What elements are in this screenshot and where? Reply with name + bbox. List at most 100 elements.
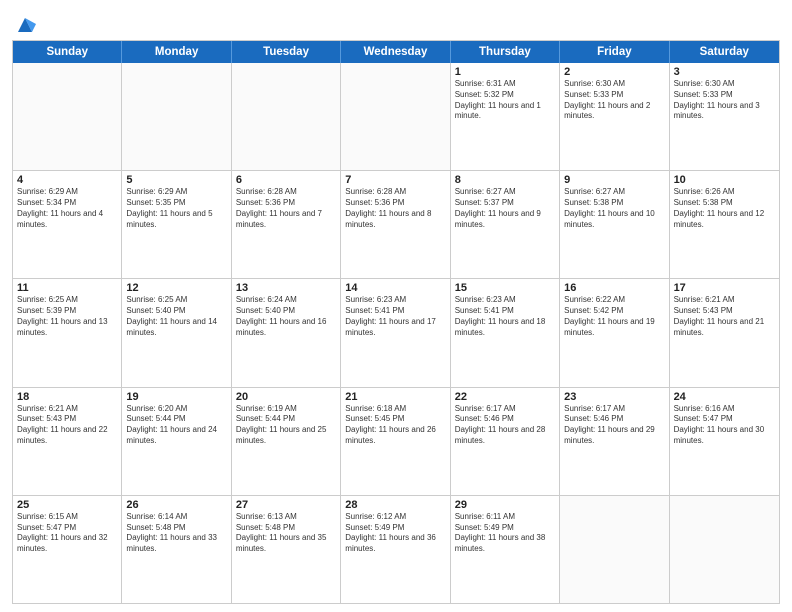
- day-info: Sunrise: 6:20 AM Sunset: 5:44 PM Dayligh…: [126, 404, 226, 447]
- day-info: Sunrise: 6:27 AM Sunset: 5:38 PM Dayligh…: [564, 187, 664, 230]
- day-info: Sunrise: 6:27 AM Sunset: 5:37 PM Dayligh…: [455, 187, 555, 230]
- calendar-day-cell: 23Sunrise: 6:17 AM Sunset: 5:46 PM Dayli…: [560, 388, 669, 495]
- day-info: Sunrise: 6:25 AM Sunset: 5:39 PM Dayligh…: [17, 295, 117, 338]
- day-number: 19: [126, 391, 226, 403]
- day-number: 8: [455, 174, 555, 186]
- day-info: Sunrise: 6:14 AM Sunset: 5:48 PM Dayligh…: [126, 512, 226, 555]
- calendar-day-cell: 29Sunrise: 6:11 AM Sunset: 5:49 PM Dayli…: [451, 496, 560, 603]
- calendar-day-cell: 26Sunrise: 6:14 AM Sunset: 5:48 PM Dayli…: [122, 496, 231, 603]
- calendar-day-cell: 18Sunrise: 6:21 AM Sunset: 5:43 PM Dayli…: [13, 388, 122, 495]
- calendar-week-row: 4Sunrise: 6:29 AM Sunset: 5:34 PM Daylig…: [13, 170, 779, 278]
- calendar-day-cell: 13Sunrise: 6:24 AM Sunset: 5:40 PM Dayli…: [232, 279, 341, 386]
- calendar-day-cell: 11Sunrise: 6:25 AM Sunset: 5:39 PM Dayli…: [13, 279, 122, 386]
- day-info: Sunrise: 6:29 AM Sunset: 5:34 PM Dayligh…: [17, 187, 117, 230]
- day-number: 2: [564, 66, 664, 78]
- day-number: 26: [126, 499, 226, 511]
- day-number: 1: [455, 66, 555, 78]
- day-info: Sunrise: 6:31 AM Sunset: 5:32 PM Dayligh…: [455, 79, 555, 122]
- logo: [12, 14, 36, 36]
- day-number: 9: [564, 174, 664, 186]
- calendar-body: 1Sunrise: 6:31 AM Sunset: 5:32 PM Daylig…: [13, 63, 779, 603]
- day-info: Sunrise: 6:24 AM Sunset: 5:40 PM Dayligh…: [236, 295, 336, 338]
- day-number: 5: [126, 174, 226, 186]
- day-number: 22: [455, 391, 555, 403]
- day-info: Sunrise: 6:15 AM Sunset: 5:47 PM Dayligh…: [17, 512, 117, 555]
- day-info: Sunrise: 6:17 AM Sunset: 5:46 PM Dayligh…: [455, 404, 555, 447]
- day-number: 23: [564, 391, 664, 403]
- day-number: 29: [455, 499, 555, 511]
- calendar-day-cell: [122, 63, 231, 170]
- day-info: Sunrise: 6:21 AM Sunset: 5:43 PM Dayligh…: [17, 404, 117, 447]
- day-number: 3: [674, 66, 775, 78]
- logo-icon: [14, 14, 36, 36]
- calendar-day-cell: 21Sunrise: 6:18 AM Sunset: 5:45 PM Dayli…: [341, 388, 450, 495]
- day-info: Sunrise: 6:28 AM Sunset: 5:36 PM Dayligh…: [236, 187, 336, 230]
- day-info: Sunrise: 6:22 AM Sunset: 5:42 PM Dayligh…: [564, 295, 664, 338]
- calendar-day-cell: 8Sunrise: 6:27 AM Sunset: 5:37 PM Daylig…: [451, 171, 560, 278]
- day-info: Sunrise: 6:16 AM Sunset: 5:47 PM Dayligh…: [674, 404, 775, 447]
- day-number: 12: [126, 282, 226, 294]
- day-info: Sunrise: 6:23 AM Sunset: 5:41 PM Dayligh…: [455, 295, 555, 338]
- day-number: 21: [345, 391, 445, 403]
- calendar-day-cell: 7Sunrise: 6:28 AM Sunset: 5:36 PM Daylig…: [341, 171, 450, 278]
- calendar-day-cell: 5Sunrise: 6:29 AM Sunset: 5:35 PM Daylig…: [122, 171, 231, 278]
- day-number: 27: [236, 499, 336, 511]
- weekday-header: Sunday: [13, 41, 122, 63]
- day-number: 16: [564, 282, 664, 294]
- calendar: SundayMondayTuesdayWednesdayThursdayFrid…: [12, 40, 780, 604]
- day-info: Sunrise: 6:21 AM Sunset: 5:43 PM Dayligh…: [674, 295, 775, 338]
- day-info: Sunrise: 6:13 AM Sunset: 5:48 PM Dayligh…: [236, 512, 336, 555]
- day-number: 17: [674, 282, 775, 294]
- day-number: 18: [17, 391, 117, 403]
- weekday-header: Friday: [560, 41, 669, 63]
- day-number: 7: [345, 174, 445, 186]
- calendar-week-row: 1Sunrise: 6:31 AM Sunset: 5:32 PM Daylig…: [13, 63, 779, 170]
- calendar-day-cell: [560, 496, 669, 603]
- calendar-day-cell: [670, 496, 779, 603]
- calendar-header: SundayMondayTuesdayWednesdayThursdayFrid…: [13, 41, 779, 63]
- day-info: Sunrise: 6:18 AM Sunset: 5:45 PM Dayligh…: [345, 404, 445, 447]
- day-info: Sunrise: 6:30 AM Sunset: 5:33 PM Dayligh…: [564, 79, 664, 122]
- header: [12, 10, 780, 36]
- calendar-day-cell: 28Sunrise: 6:12 AM Sunset: 5:49 PM Dayli…: [341, 496, 450, 603]
- calendar-day-cell: 16Sunrise: 6:22 AM Sunset: 5:42 PM Dayli…: [560, 279, 669, 386]
- calendar-day-cell: 10Sunrise: 6:26 AM Sunset: 5:38 PM Dayli…: [670, 171, 779, 278]
- day-info: Sunrise: 6:19 AM Sunset: 5:44 PM Dayligh…: [236, 404, 336, 447]
- calendar-day-cell: [232, 63, 341, 170]
- day-number: 15: [455, 282, 555, 294]
- weekday-header: Monday: [122, 41, 231, 63]
- calendar-day-cell: [13, 63, 122, 170]
- calendar-day-cell: 25Sunrise: 6:15 AM Sunset: 5:47 PM Dayli…: [13, 496, 122, 603]
- day-number: 4: [17, 174, 117, 186]
- day-info: Sunrise: 6:29 AM Sunset: 5:35 PM Dayligh…: [126, 187, 226, 230]
- day-info: Sunrise: 6:23 AM Sunset: 5:41 PM Dayligh…: [345, 295, 445, 338]
- day-info: Sunrise: 6:11 AM Sunset: 5:49 PM Dayligh…: [455, 512, 555, 555]
- calendar-day-cell: 19Sunrise: 6:20 AM Sunset: 5:44 PM Dayli…: [122, 388, 231, 495]
- calendar-day-cell: 12Sunrise: 6:25 AM Sunset: 5:40 PM Dayli…: [122, 279, 231, 386]
- calendar-day-cell: 14Sunrise: 6:23 AM Sunset: 5:41 PM Dayli…: [341, 279, 450, 386]
- day-number: 14: [345, 282, 445, 294]
- calendar-day-cell: 4Sunrise: 6:29 AM Sunset: 5:34 PM Daylig…: [13, 171, 122, 278]
- day-number: 13: [236, 282, 336, 294]
- day-number: 10: [674, 174, 775, 186]
- day-info: Sunrise: 6:26 AM Sunset: 5:38 PM Dayligh…: [674, 187, 775, 230]
- calendar-day-cell: 1Sunrise: 6:31 AM Sunset: 5:32 PM Daylig…: [451, 63, 560, 170]
- calendar-day-cell: 6Sunrise: 6:28 AM Sunset: 5:36 PM Daylig…: [232, 171, 341, 278]
- weekday-header: Saturday: [670, 41, 779, 63]
- day-info: Sunrise: 6:12 AM Sunset: 5:49 PM Dayligh…: [345, 512, 445, 555]
- day-info: Sunrise: 6:17 AM Sunset: 5:46 PM Dayligh…: [564, 404, 664, 447]
- day-info: Sunrise: 6:25 AM Sunset: 5:40 PM Dayligh…: [126, 295, 226, 338]
- day-number: 25: [17, 499, 117, 511]
- calendar-week-row: 18Sunrise: 6:21 AM Sunset: 5:43 PM Dayli…: [13, 387, 779, 495]
- page: SundayMondayTuesdayWednesdayThursdayFrid…: [0, 0, 792, 612]
- calendar-day-cell: 27Sunrise: 6:13 AM Sunset: 5:48 PM Dayli…: [232, 496, 341, 603]
- calendar-day-cell: 9Sunrise: 6:27 AM Sunset: 5:38 PM Daylig…: [560, 171, 669, 278]
- day-number: 28: [345, 499, 445, 511]
- calendar-week-row: 11Sunrise: 6:25 AM Sunset: 5:39 PM Dayli…: [13, 278, 779, 386]
- day-info: Sunrise: 6:28 AM Sunset: 5:36 PM Dayligh…: [345, 187, 445, 230]
- calendar-day-cell: 15Sunrise: 6:23 AM Sunset: 5:41 PM Dayli…: [451, 279, 560, 386]
- calendar-day-cell: 2Sunrise: 6:30 AM Sunset: 5:33 PM Daylig…: [560, 63, 669, 170]
- calendar-day-cell: [341, 63, 450, 170]
- day-number: 24: [674, 391, 775, 403]
- calendar-day-cell: 20Sunrise: 6:19 AM Sunset: 5:44 PM Dayli…: [232, 388, 341, 495]
